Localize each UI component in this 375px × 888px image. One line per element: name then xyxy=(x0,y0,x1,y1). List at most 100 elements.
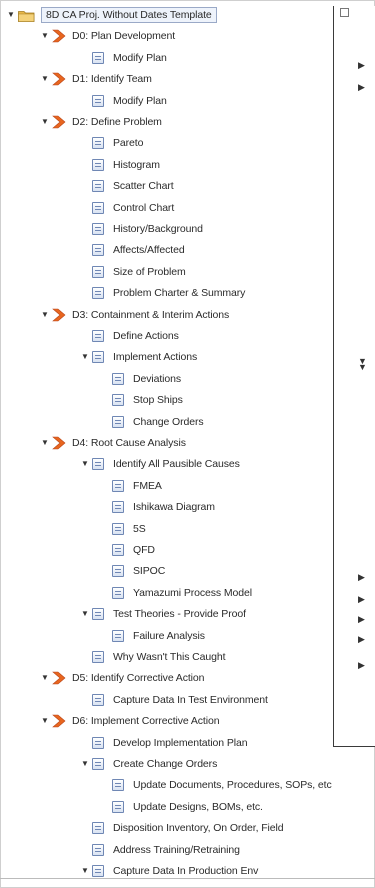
document-icon xyxy=(92,608,104,621)
expand-toggle-icon[interactable]: ▼ xyxy=(40,716,50,726)
document-icon xyxy=(112,394,124,407)
collapse-toggle-icon[interactable]: ▼ xyxy=(358,362,367,372)
expand-toggle-icon[interactable]: ▶ xyxy=(358,660,365,671)
tree-item-label: Update Designs, BOMs, etc. xyxy=(133,800,263,813)
expand-toggle-icon[interactable]: ▶ xyxy=(358,594,365,605)
expand-toggle-icon[interactable]: ▶ xyxy=(358,614,365,625)
tree-item[interactable]: FMEA xyxy=(112,477,162,495)
document-icon xyxy=(112,544,124,556)
tree-item-label: QFD xyxy=(133,544,155,556)
tree-item[interactable]: ▼ D5: Identify Corrective Action xyxy=(40,669,205,687)
tree-item[interactable]: Size of Problem xyxy=(92,263,186,281)
tree-item[interactable]: Pareto xyxy=(92,134,143,152)
tree-item-label: D3: Containment & Interim Actions xyxy=(72,308,230,321)
tree-item[interactable]: ▼ 8D CA Proj. Without Dates Template xyxy=(6,6,217,24)
document-icon xyxy=(92,287,104,300)
tree-item[interactable]: 5S xyxy=(112,520,146,538)
tree-item[interactable]: ▼ D3: Containment & Interim Actions xyxy=(40,306,229,324)
document-icon xyxy=(112,800,124,813)
expand-toggle-icon[interactable]: ▼ xyxy=(6,10,16,20)
tree-item[interactable]: QFD xyxy=(112,541,155,559)
tree-item-label: Identify All Pausible Causes xyxy=(113,458,240,471)
tree-item-label: Deviations xyxy=(133,372,182,385)
tree-item-label: Size of Problem xyxy=(113,265,186,278)
tree-item-label: D4: Root Cause Analysis xyxy=(72,437,186,449)
document-icon xyxy=(92,51,104,64)
tree-item[interactable]: Capture Data In Test Environment xyxy=(92,691,268,709)
tree-item-label: Modify Plan xyxy=(113,51,167,64)
expand-toggle-icon[interactable]: ▼ xyxy=(80,759,90,769)
tree-item[interactable]: Update Documents, Procedures, SOPs, etc xyxy=(112,776,332,794)
expand-toggle-icon[interactable]: ▶ xyxy=(358,634,365,645)
tree-item[interactable]: Failure Analysis xyxy=(112,627,205,645)
tree-item[interactable]: ▼ Identify All Pausible Causes xyxy=(80,455,240,473)
tree-item-label: SIPOC xyxy=(133,565,166,578)
tree-item[interactable]: ▼ Test Theories - Provide Proof xyxy=(80,605,246,623)
task-chevron-icon xyxy=(52,672,66,685)
tree-item[interactable]: Modify Plan xyxy=(92,92,167,110)
tree-item[interactable]: Why Wasn't This Caught xyxy=(92,648,226,666)
expand-toggle-icon[interactable]: ▼ xyxy=(80,352,90,362)
document-icon xyxy=(112,586,124,599)
document-icon xyxy=(112,501,124,514)
expand-toggle-icon[interactable]: ▼ xyxy=(40,438,50,448)
expand-toggle-icon[interactable]: ▼ xyxy=(40,310,50,320)
checkbox-icon[interactable] xyxy=(340,8,349,19)
document-icon xyxy=(92,137,104,150)
tree-item[interactable]: Problem Charter & Summary xyxy=(92,284,245,302)
tree-item[interactable]: History/Background xyxy=(92,220,203,238)
tree-item[interactable]: Stop Ships xyxy=(112,391,183,409)
expand-toggle-icon[interactable]: ▼ xyxy=(40,673,50,683)
tree-item[interactable]: Change Orders xyxy=(112,413,204,431)
tree-item[interactable]: Deviations xyxy=(112,370,181,388)
tree-item[interactable]: ▼ D4: Root Cause Analysis xyxy=(40,434,186,452)
expand-toggle-icon[interactable]: ▶ xyxy=(358,82,365,93)
tree-item[interactable]: Histogram xyxy=(92,156,160,174)
expand-toggle-icon[interactable]: ▼ xyxy=(80,866,90,876)
folder-icon xyxy=(18,10,35,22)
tree-item-label: Modify Plan xyxy=(113,94,167,107)
document-icon xyxy=(92,843,104,856)
tree-item[interactable]: Affects/Affected xyxy=(92,241,185,259)
tree-item[interactable]: Disposition Inventory, On Order, Field xyxy=(92,819,284,837)
tree-item[interactable]: Address Training/Retraining xyxy=(92,841,240,859)
tree-item[interactable]: ▼ D0: Plan Development xyxy=(40,27,175,45)
document-icon xyxy=(92,201,104,214)
tree-item-label: Develop Implementation Plan xyxy=(113,736,248,749)
document-icon xyxy=(112,415,124,428)
tree-item[interactable]: Modify Plan xyxy=(92,49,167,67)
tree-item-label: Disposition Inventory, On Order, Field xyxy=(113,822,284,835)
expand-toggle-icon[interactable]: ▼ xyxy=(40,31,50,41)
expand-toggle-icon[interactable]: ▼ xyxy=(80,459,90,469)
tree-item[interactable]: Control Chart xyxy=(92,199,174,217)
tree-item[interactable]: Develop Implementation Plan xyxy=(92,734,248,752)
tree-item-label: Scatter Chart xyxy=(113,180,174,193)
tree-item[interactable]: ▼ D2: Define Problem xyxy=(40,113,162,131)
tree-item[interactable]: ▼ D1: Identify Team xyxy=(40,70,152,88)
tree-item[interactable]: ▼ Create Change Orders xyxy=(80,755,217,773)
tree-item-label: Create Change Orders xyxy=(113,758,218,770)
tree-item[interactable]: ▼ D6: Implement Corrective Action xyxy=(40,712,220,730)
document-icon xyxy=(92,822,104,835)
tree-item[interactable]: Ishikawa Diagram xyxy=(112,498,215,516)
tree-item[interactable]: ▼ Implement Actions xyxy=(80,348,197,366)
task-chevron-icon xyxy=(52,30,66,43)
expand-toggle-icon[interactable]: ▼ xyxy=(40,117,50,127)
tree-item-label: D1: Identify Team xyxy=(72,73,152,86)
tree-item-label: Histogram xyxy=(113,158,160,171)
expand-toggle-icon[interactable]: ▶ xyxy=(358,572,365,583)
document-icon xyxy=(92,736,104,749)
task-chevron-icon xyxy=(52,72,66,86)
tree-item-label: FMEA xyxy=(133,479,162,492)
tree-item[interactable]: Yamazumi Process Model xyxy=(112,584,252,602)
expand-toggle-icon[interactable]: ▼ xyxy=(80,609,90,619)
expand-toggle-icon[interactable]: ▶ xyxy=(358,60,365,71)
tree-item-label: Implement Actions xyxy=(113,351,198,364)
tree-item[interactable]: Update Designs, BOMs, etc. xyxy=(112,798,263,816)
tree-item-label: Stop Ships xyxy=(133,394,183,407)
tree-item[interactable]: Scatter Chart xyxy=(92,177,174,195)
tree-item[interactable]: SIPOC xyxy=(112,562,165,580)
document-icon xyxy=(92,351,104,364)
tree-item[interactable]: Define Actions xyxy=(92,327,179,345)
expand-toggle-icon[interactable]: ▼ xyxy=(40,74,50,84)
